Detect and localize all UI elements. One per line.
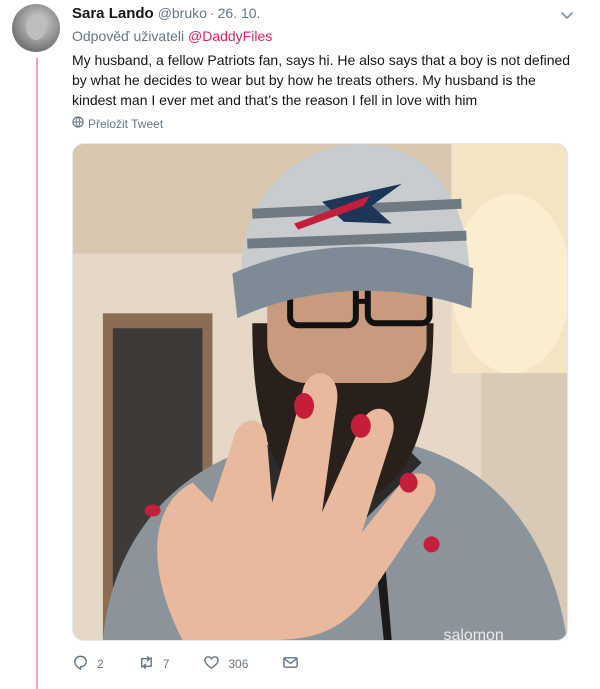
separator-dot: · (209, 5, 215, 21)
retweet-icon (138, 654, 155, 674)
reply-prefix: Odpověď uživateli (72, 28, 185, 44)
retweet-button[interactable]: 7 (138, 654, 170, 674)
tweet-text: My husband, a fellow Patriots fan, says … (72, 52, 571, 108)
globe-icon (72, 116, 84, 131)
photo-illustration: salomon (73, 144, 567, 640)
reply-mention-link[interactable]: @DaddyFiles (188, 28, 272, 44)
like-count: 306 (228, 657, 249, 671)
hoodie-logo-text: salomon (444, 627, 504, 640)
tweet-actions: 2 7 306 (72, 654, 333, 674)
reply-icon (72, 654, 89, 674)
translate-label: Přeložit Tweet (88, 116, 164, 131)
like-button[interactable]: 306 (203, 654, 248, 674)
reply-count: 2 (97, 657, 104, 671)
tweet-date[interactable]: 26. 10. (218, 5, 261, 21)
retweet-count: 7 (162, 657, 170, 671)
tweet-header: Sara Lando @bruko · 26. 10. (72, 5, 580, 25)
avatar[interactable] (12, 4, 60, 52)
chevron-down-icon[interactable] (560, 5, 580, 25)
direct-message-button[interactable] (282, 654, 299, 674)
thread-line (36, 58, 38, 689)
reply-button[interactable]: 2 (72, 654, 104, 674)
tweet-photo[interactable]: salomon (72, 143, 568, 641)
heart-icon (203, 654, 220, 674)
author-handle[interactable]: @bruko (158, 5, 207, 21)
translate-tweet-link[interactable]: Přeložit Tweet (72, 116, 163, 131)
replying-to: Odpověď uživateli @DaddyFiles (72, 28, 272, 44)
author-name[interactable]: Sara Lando (72, 5, 154, 22)
envelope-icon (282, 654, 299, 674)
